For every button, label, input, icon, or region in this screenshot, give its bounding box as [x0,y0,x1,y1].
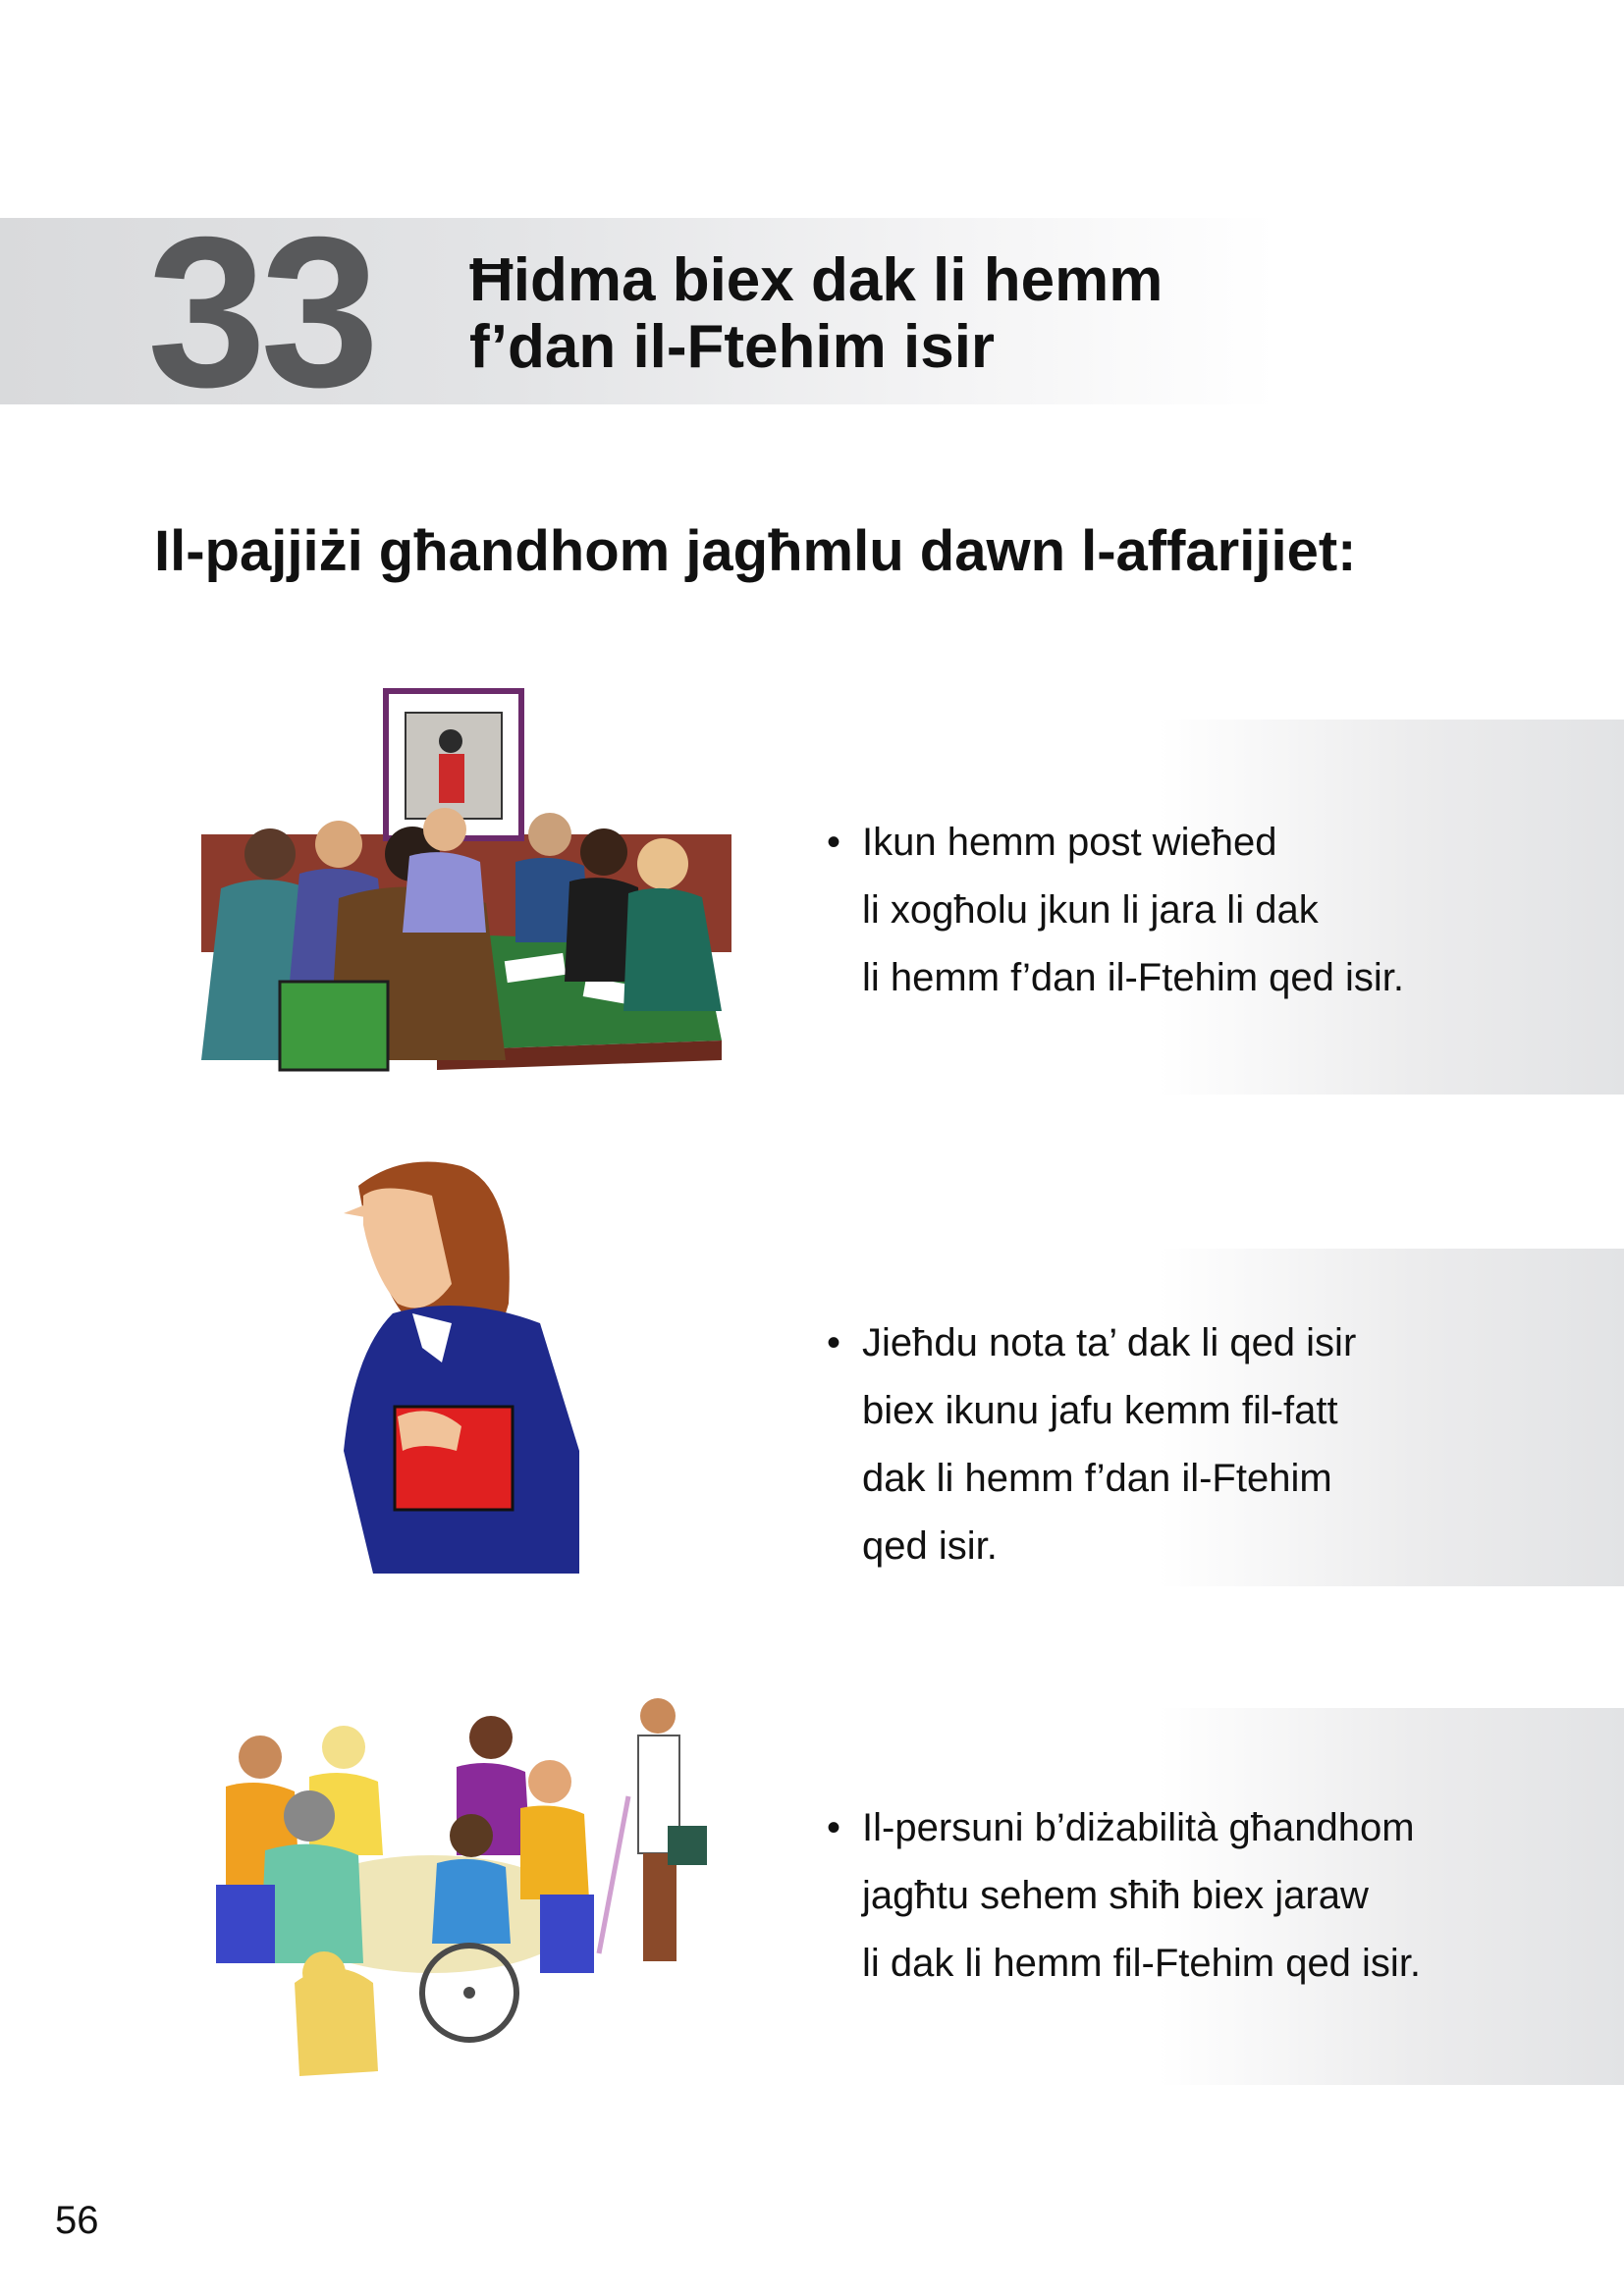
bullet-line: jagħtu sehem sħiħ biex jaraw [862,1874,1369,1917]
page-number: 56 [55,2199,99,2242]
chapter-number: 33 [147,193,379,432]
woman-holding-folder-illustration [344,1161,579,1574]
bullet-line: qed isir. [862,1524,998,1568]
bullet-line: biex ikunu jafu kemm fil-fatt [862,1389,1338,1432]
meeting-around-table-illustration [201,688,731,1072]
bullet-item-3: • Il-persuni b’diżabilità għandhom jagħtu… [827,1794,1421,1998]
group-with-disabilities-illustration [216,1698,707,2076]
chapter-title: Ħidma biex dak li hemm f’dan il-Ftehim i… [469,247,1255,381]
bullet-dot: • [827,1321,841,1364]
bullet-line: li hemm f’dan il-Ftehim qed isir. [862,956,1405,999]
section-heading: Il-pajjiżi għandhom jagħmlu dawn l-affar… [154,519,1357,583]
bullet-line: Jieħdu nota ta’ dak li qed isir [862,1321,1357,1364]
bullet-line: dak li hemm f’dan il-Ftehim [862,1457,1332,1500]
bullet-line: li xogħolu jkun li jara li dak [862,888,1319,932]
bullet-line: Ikun hemm post wieħed [862,821,1277,864]
bullet-dot: • [827,821,841,864]
bullet-line: Il-persuni b’diżabilità għandhom [862,1806,1415,1849]
chapter-title-line-2: f’dan il-Ftehim isir [469,313,996,381]
bullet-line: li dak li hemm fil-Ftehim qed isir. [862,1942,1422,1985]
chapter-title-line-1: Ħidma biex dak li hemm [469,246,1164,314]
bullet-dot: • [827,1806,841,1849]
bullet-item-1: • Ikun hemm post wieħed li xogħolu jkun l… [827,809,1404,1012]
bullet-item-2: • Jieħdu nota ta’ dak li qed isir biex ik… [827,1309,1356,1580]
